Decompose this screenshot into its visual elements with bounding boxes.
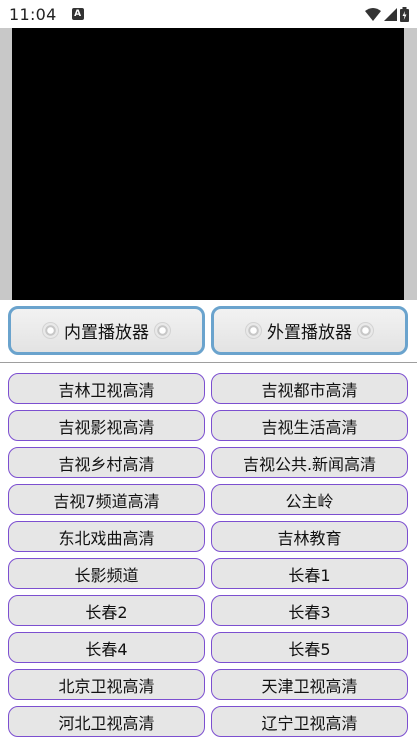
divider [0, 362, 417, 363]
channel-button[interactable]: 长影频道 [8, 558, 205, 589]
channel-button[interactable]: 吉视都市高清 [211, 373, 408, 404]
signal-icon [384, 7, 397, 21]
internal-player-button[interactable]: 内置播放器 [8, 306, 205, 355]
external-player-label: 外置播放器 [267, 323, 352, 343]
disc-icon [357, 322, 374, 339]
battery-icon [400, 6, 409, 22]
channel-button[interactable]: 吉林教育 [211, 521, 408, 552]
channel-button[interactable]: 公主岭 [211, 484, 408, 515]
channel-button[interactable]: 长春5 [211, 632, 408, 663]
channel-button[interactable]: 长春1 [211, 558, 408, 589]
channel-button[interactable]: 北京卫视高清 [8, 669, 205, 700]
external-player-button[interactable]: 外置播放器 [211, 306, 408, 355]
channel-button[interactable]: 东北戏曲高清 [8, 521, 205, 552]
channel-button[interactable]: 吉视影视高清 [8, 410, 205, 441]
channel-button[interactable]: 吉视7频道高清 [8, 484, 205, 515]
channel-button[interactable]: 吉视生活高清 [211, 410, 408, 441]
channel-button[interactable]: 长春2 [8, 595, 205, 626]
disc-icon [42, 322, 59, 339]
notification-icon: A [71, 8, 84, 20]
channel-button[interactable]: 吉视公共.新闻高清 [211, 447, 408, 478]
channel-button[interactable]: 辽宁卫视高清 [211, 706, 408, 737]
status-bar: 11:04 A [0, 0, 417, 28]
channel-button[interactable]: 吉视乡村高清 [8, 447, 205, 478]
video-player[interactable] [12, 28, 404, 300]
channel-button[interactable]: 河北卫视高清 [8, 706, 205, 737]
internal-player-label: 内置播放器 [64, 323, 149, 343]
video-container [0, 28, 417, 300]
player-selector: 内置播放器 外置播放器 [0, 306, 417, 358]
channel-button[interactable]: 长春4 [8, 632, 205, 663]
disc-icon [245, 322, 262, 339]
channel-button[interactable]: 长春3 [211, 595, 408, 626]
wifi-icon [365, 7, 381, 21]
disc-icon [154, 322, 171, 339]
channel-button[interactable]: 天津卫视高清 [211, 669, 408, 700]
channel-button[interactable]: 吉林卫视高清 [8, 373, 205, 404]
status-time: 11:04 [9, 4, 57, 24]
status-icons [365, 6, 409, 22]
